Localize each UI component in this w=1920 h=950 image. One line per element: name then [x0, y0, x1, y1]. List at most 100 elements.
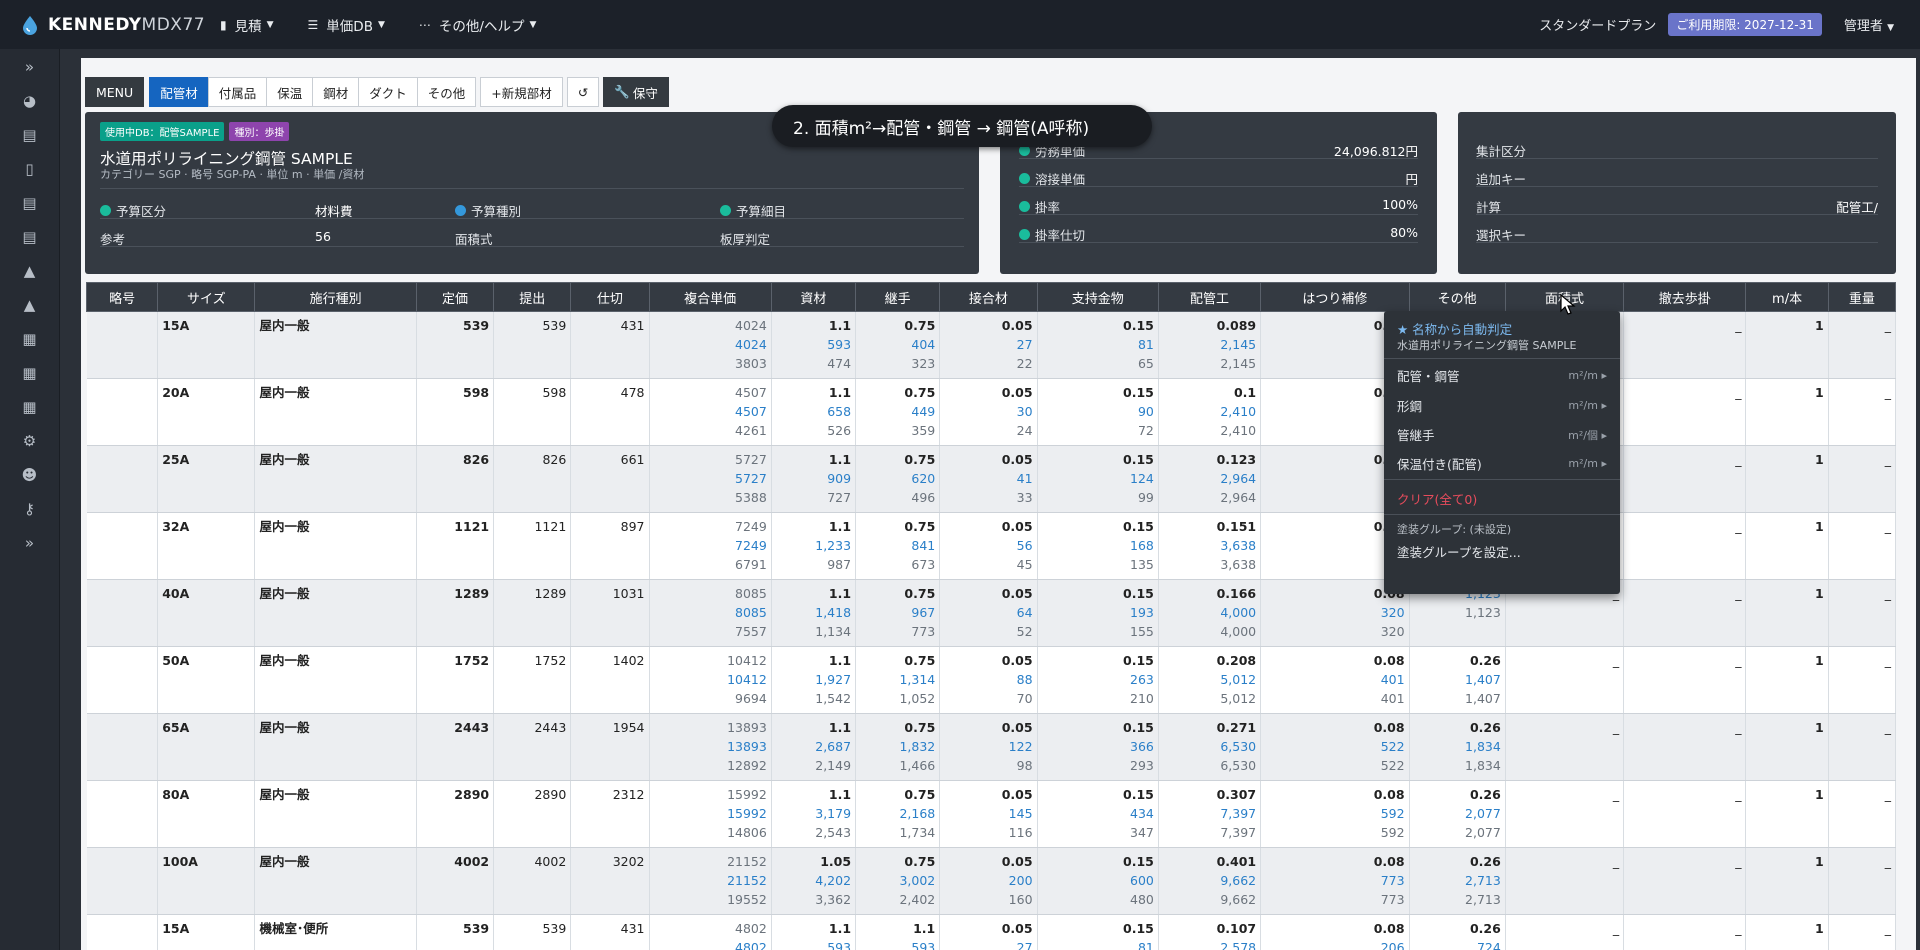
column-header[interactable]: 接合材 [939, 282, 1038, 312]
cell-joint[interactable]: 0.75 404 323 [855, 311, 941, 379]
cell-mat[interactable]: 1.1 658 526 [771, 378, 857, 446]
cell-weight[interactable]: _ [1828, 378, 1897, 446]
cell-bond[interactable]: 0.05 41 33 [939, 445, 1038, 513]
cell-cut-price[interactable]: 478 [570, 378, 650, 446]
cell-list-price[interactable]: 1121 [416, 512, 495, 580]
cell-kind[interactable]: 屋内一般 [254, 646, 417, 714]
cell-code[interactable] [86, 512, 159, 580]
cell-other[interactable]: 0.26 1,834 1,834 [1409, 713, 1506, 781]
cell-m-per-piece[interactable]: 1 [1745, 512, 1829, 580]
cell-removal[interactable]: _ [1623, 914, 1747, 950]
cell-bond[interactable]: 0.05 56 45 [939, 512, 1038, 580]
table-icon[interactable]: ▦ [0, 322, 59, 356]
cell-removal[interactable]: _ [1623, 445, 1747, 513]
cell-unit[interactable]: 4802 4802 [649, 914, 772, 950]
cell-mat[interactable]: 1.1 2,687 2,149 [771, 713, 857, 781]
cell-bond[interactable]: 0.05 122 98 [939, 713, 1038, 781]
cell-kind[interactable]: 屋内一般 [254, 780, 417, 848]
tab-insulation[interactable]: 保温 [266, 77, 313, 107]
cell-weight[interactable]: _ [1828, 579, 1897, 647]
layers-icon[interactable]: ▤ [0, 220, 59, 254]
cell-unit[interactable]: 5727 5727 5388 [649, 445, 772, 513]
cell-m-per-piece[interactable]: 1 [1745, 579, 1829, 647]
cell-unit[interactable]: 21152 21152 19552 [649, 847, 772, 915]
cell-removal[interactable]: _ [1623, 780, 1747, 848]
tab-other[interactable]: その他 [416, 77, 477, 107]
cell-unit[interactable]: 8085 8085 7557 [649, 579, 772, 647]
table-row[interactable]: 50A 屋内一般 1752 1752 1402 10412 10412 9694 1.1 1,92… [86, 646, 1897, 714]
column-header[interactable]: その他 [1408, 282, 1506, 312]
expand-icon[interactable]: » [0, 526, 59, 560]
cell-joint[interactable]: 1.1 593 [855, 914, 941, 950]
cell-chip[interactable]: 0.08 522 522 [1260, 713, 1410, 781]
cell-support[interactable]: 0.15 366 293 [1037, 713, 1159, 781]
cell-pipe[interactable]: 0.166 4,000 4,000 [1158, 579, 1262, 647]
cell-weight[interactable]: _ [1828, 914, 1897, 950]
cell-code[interactable] [86, 311, 159, 379]
cell-bond[interactable]: 0.05 88 70 [939, 646, 1038, 714]
cell-unit[interactable]: 10412 10412 9694 [649, 646, 772, 714]
cell-mat[interactable]: 1.05 4,202 3,362 [771, 847, 857, 915]
table-row[interactable]: 40A 屋内一般 1289 1289 1031 8085 8085 7557 1.1 1,418 1… [86, 579, 1897, 647]
column-header[interactable]: 提出 [493, 282, 572, 312]
cell-pipe[interactable]: 0.151 3,638 3,638 [1158, 512, 1262, 580]
cell-pipe[interactable]: 0.401 9,662 9,662 [1158, 847, 1262, 915]
cell-mat[interactable]: 1.1 3,179 2,543 [771, 780, 857, 848]
tab-accessory[interactable]: 付属品 [207, 77, 267, 107]
cell-submit-price[interactable]: 539 [493, 311, 572, 379]
cell-submit-price[interactable]: 539 [493, 914, 572, 950]
cell-code[interactable] [86, 378, 159, 446]
cell-size[interactable]: 50A [157, 646, 256, 714]
cell-size[interactable]: 20A [157, 378, 256, 446]
cell-removal[interactable]: _ [1623, 311, 1747, 379]
cell-code[interactable] [86, 713, 159, 781]
cell-list-price[interactable]: 826 [416, 445, 495, 513]
cell-support[interactable]: 0.15 434 347 [1037, 780, 1159, 848]
table-row[interactable]: 100A 屋内一般 4002 4002 3202 21152 21152 19552 1.05 4… [86, 847, 1897, 915]
cell-size[interactable]: 65A [157, 713, 256, 781]
gears-icon[interactable]: ⚙ [0, 424, 59, 458]
cell-weight[interactable]: _ [1828, 780, 1897, 848]
users-icon[interactable]: ☻ [0, 458, 59, 492]
column-header[interactable]: はつり補修 [1260, 282, 1410, 312]
cell-pipe[interactable]: 0.123 2,964 2,964 [1158, 445, 1262, 513]
cell-removal[interactable]: _ [1623, 847, 1747, 915]
column-header[interactable]: 配管工 [1157, 282, 1262, 312]
cell-kind[interactable]: 屋内一般 [254, 713, 417, 781]
expand-icon[interactable]: » [0, 50, 59, 84]
cell-submit-price[interactable]: 4002 [493, 847, 572, 915]
cell-weight[interactable]: _ [1828, 311, 1897, 379]
cell-list-price[interactable]: 1752 [416, 646, 495, 714]
file-icon[interactable]: ▯ [0, 152, 59, 186]
cell-cut-price[interactable]: 3202 [570, 847, 650, 915]
column-header[interactable]: サイズ [157, 282, 256, 312]
new-item-button[interactable]: +新規部材 [480, 77, 563, 107]
cell-pipe[interactable]: 0.089 2,145 2,145 [1158, 311, 1262, 379]
cell-bond[interactable]: 0.05 27 [939, 914, 1038, 950]
cell-area-formula[interactable]: _ [1505, 780, 1625, 848]
cell-support[interactable]: 0.15 90 72 [1037, 378, 1159, 446]
cell-submit-price[interactable]: 2890 [493, 780, 572, 848]
column-header[interactable]: 継手 [855, 282, 941, 312]
cell-removal[interactable]: _ [1623, 646, 1747, 714]
cell-m-per-piece[interactable]: 1 [1745, 847, 1829, 915]
cell-joint[interactable]: 0.75 3,002 2,402 [855, 847, 941, 915]
cell-code[interactable] [86, 445, 159, 513]
brand[interactable]: KENNEDYMDX77 [20, 15, 220, 35]
cell-pipe[interactable]: 0.271 6,530 6,530 [1158, 713, 1262, 781]
undo-button[interactable]: ↺ [566, 77, 600, 107]
cell-cut-price[interactable]: 2312 [570, 780, 650, 848]
cell-kind[interactable]: 屋内一般 [254, 512, 417, 580]
column-header[interactable]: 施行種別 [254, 282, 417, 312]
cell-cut-price[interactable]: 1031 [570, 579, 650, 647]
cell-pipe[interactable]: 0.1 2,410 2,410 [1158, 378, 1262, 446]
option-pipe-steel[interactable]: 配管・鋼管 m²/m ▸ [1397, 366, 1607, 385]
option-shape-steel[interactable]: 形鋼 m²/m ▸ [1397, 396, 1607, 415]
cell-m-per-piece[interactable]: 1 [1745, 445, 1829, 513]
cell-bond[interactable]: 0.05 200 160 [939, 847, 1038, 915]
cell-submit-price[interactable]: 1289 [493, 579, 572, 647]
cell-other[interactable]: 0.26 2,713 2,713 [1409, 847, 1506, 915]
column-header[interactable]: 資材 [770, 282, 857, 312]
cell-kind[interactable]: 屋内一般 [254, 579, 417, 647]
cell-pipe[interactable]: 0.107 2,578 [1158, 914, 1262, 950]
